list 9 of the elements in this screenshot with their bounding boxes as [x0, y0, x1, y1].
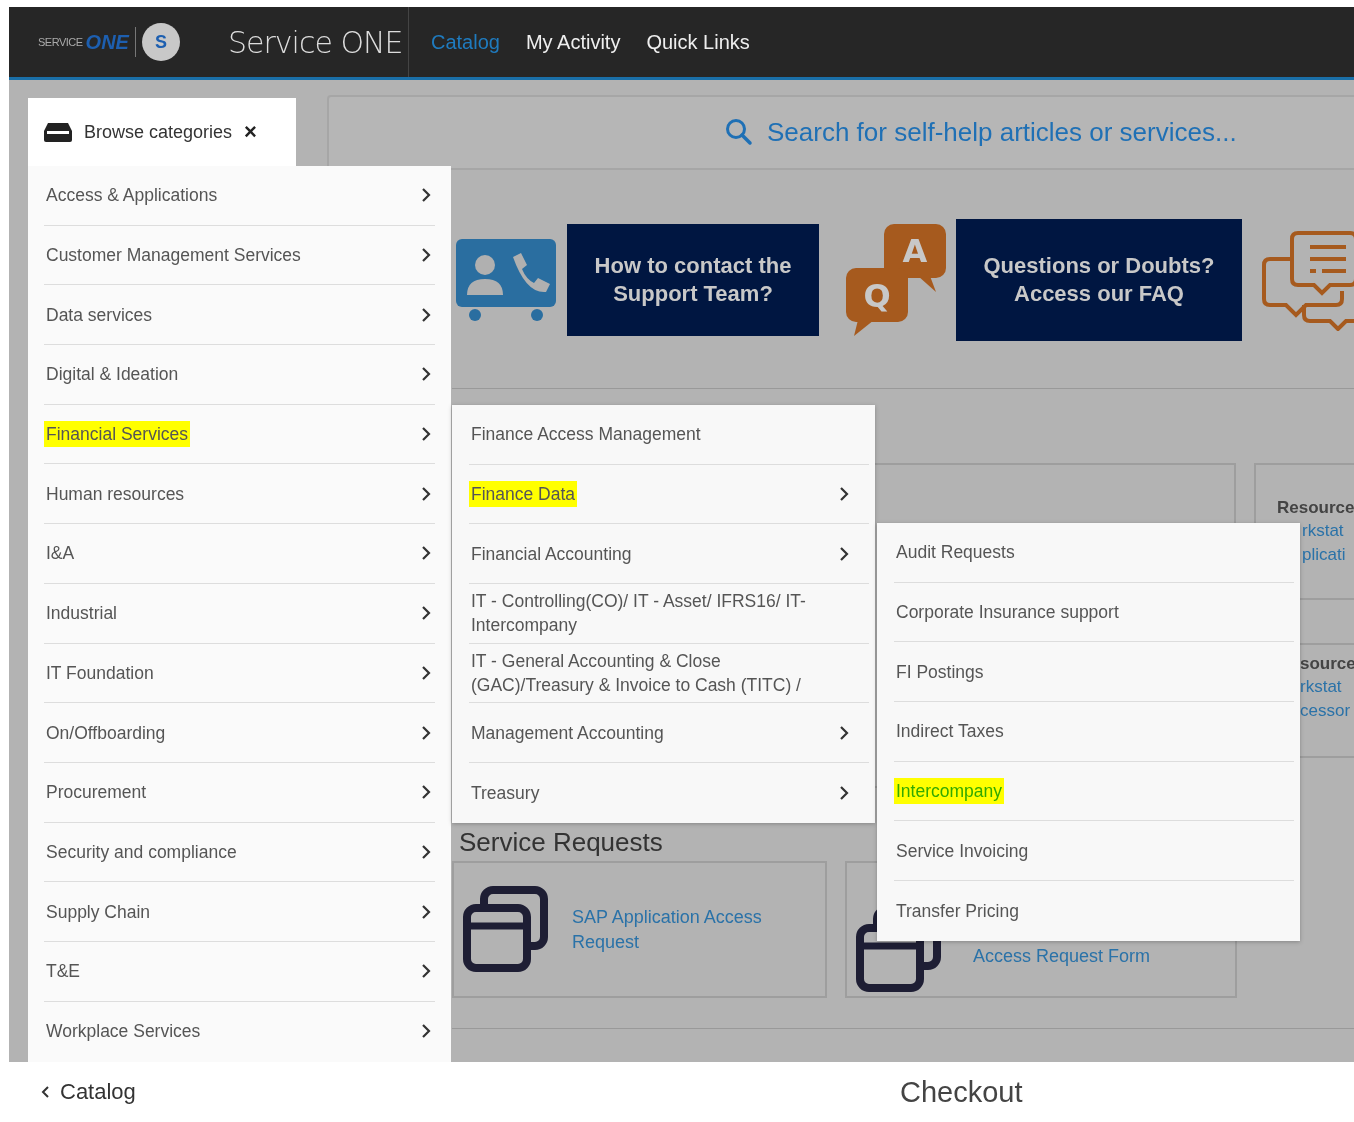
back-label: Catalog: [60, 1079, 136, 1105]
section-heading: Service Requests: [459, 826, 663, 858]
card-heading: Resource: [1277, 497, 1354, 519]
app-title: Service ONE: [228, 24, 404, 60]
page-title: Checkout: [900, 1075, 1023, 1109]
tab-label: Browse categories: [84, 121, 233, 143]
logo-badge: S: [141, 23, 180, 61]
logo-text: SERVICE: [38, 36, 83, 48]
logo-text: ONE: [85, 30, 129, 54]
